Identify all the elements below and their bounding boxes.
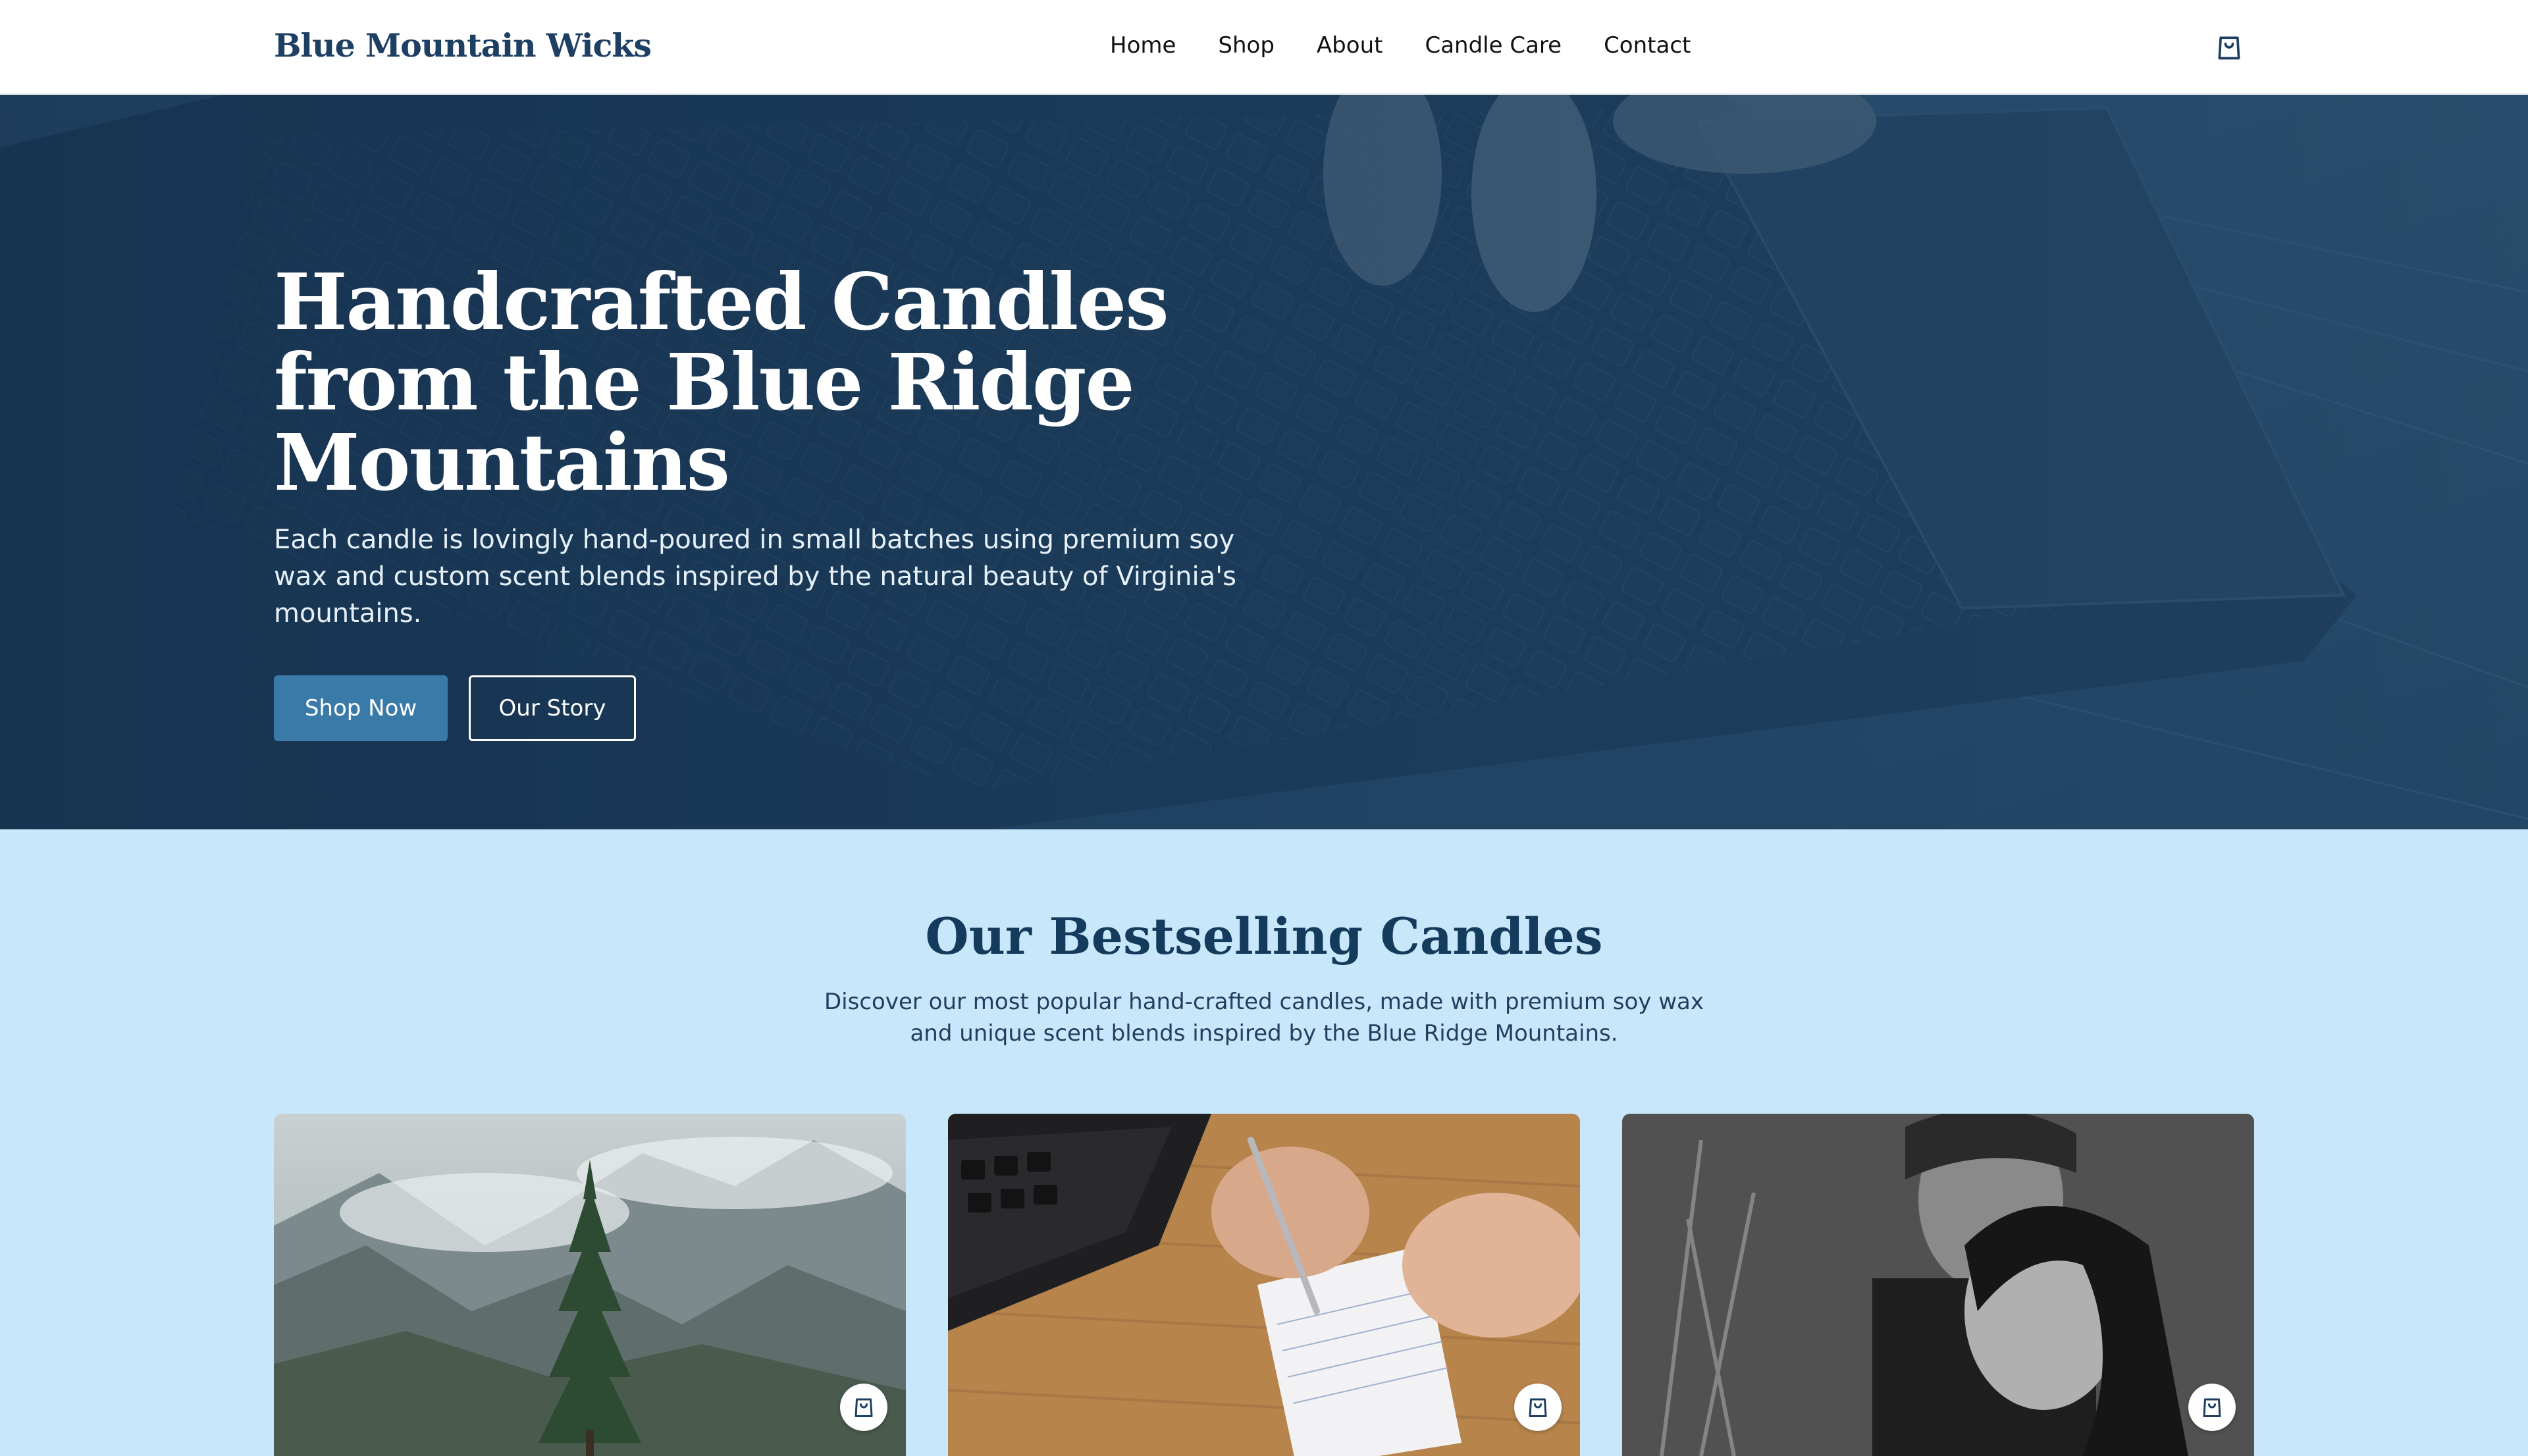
brand-logo[interactable]: Blue Mountain Wicks — [274, 26, 652, 65]
product-image-mountains — [274, 1114, 906, 1456]
shop-now-button[interactable]: Shop Now — [274, 675, 448, 741]
hero-content: Handcrafted Candles from the Blue Ridge … — [274, 262, 1301, 741]
shopping-bag-icon — [2218, 36, 2240, 60]
nav-shop[interactable]: Shop — [1218, 32, 1275, 59]
hero-subtitle: Each candle is lovingly hand-poured in s… — [274, 525, 1236, 629]
hero-title: Handcrafted Candles from the Blue Ridge … — [274, 256, 1169, 508]
hero-section: Handcrafted Candles from the Blue Ridge … — [0, 95, 2528, 829]
hero-buttons: Shop Now Our Story — [274, 675, 1301, 741]
product-card[interactable] — [948, 1114, 1580, 1456]
nav-contact[interactable]: Contact — [1604, 32, 1691, 59]
shopping-bag-icon — [855, 1398, 873, 1417]
product-card[interactable] — [1622, 1114, 2254, 1456]
section-title: Our Bestselling Candles — [925, 907, 1603, 966]
nav-candle-care[interactable]: Candle Care — [1425, 32, 1562, 59]
add-to-cart-button[interactable] — [2188, 1384, 2236, 1431]
section-subtitle: Discover our most popular hand-crafted c… — [824, 989, 1704, 1047]
our-story-button[interactable]: Our Story — [469, 675, 636, 741]
product-image-writing — [948, 1114, 1580, 1456]
product-image-portrait — [1622, 1114, 2254, 1456]
nav-about[interactable]: About — [1317, 32, 1383, 59]
nav-home[interactable]: Home — [1110, 32, 1176, 59]
shopping-bag-icon — [1529, 1398, 1547, 1417]
shopping-bag-icon — [2203, 1398, 2221, 1417]
bestsellers-section: Our Bestselling Candles Discover our mos… — [0, 829, 2528, 1456]
product-grid — [274, 1114, 2254, 1456]
main-nav: Home Shop About Candle Care Contact — [1110, 32, 1691, 59]
product-card[interactable] — [274, 1114, 906, 1456]
add-to-cart-button[interactable] — [1514, 1384, 1562, 1431]
cart-button[interactable] — [2212, 30, 2246, 65]
site-header: Blue Mountain Wicks Home Shop About Cand… — [0, 0, 2528, 95]
add-to-cart-button[interactable] — [840, 1384, 887, 1431]
